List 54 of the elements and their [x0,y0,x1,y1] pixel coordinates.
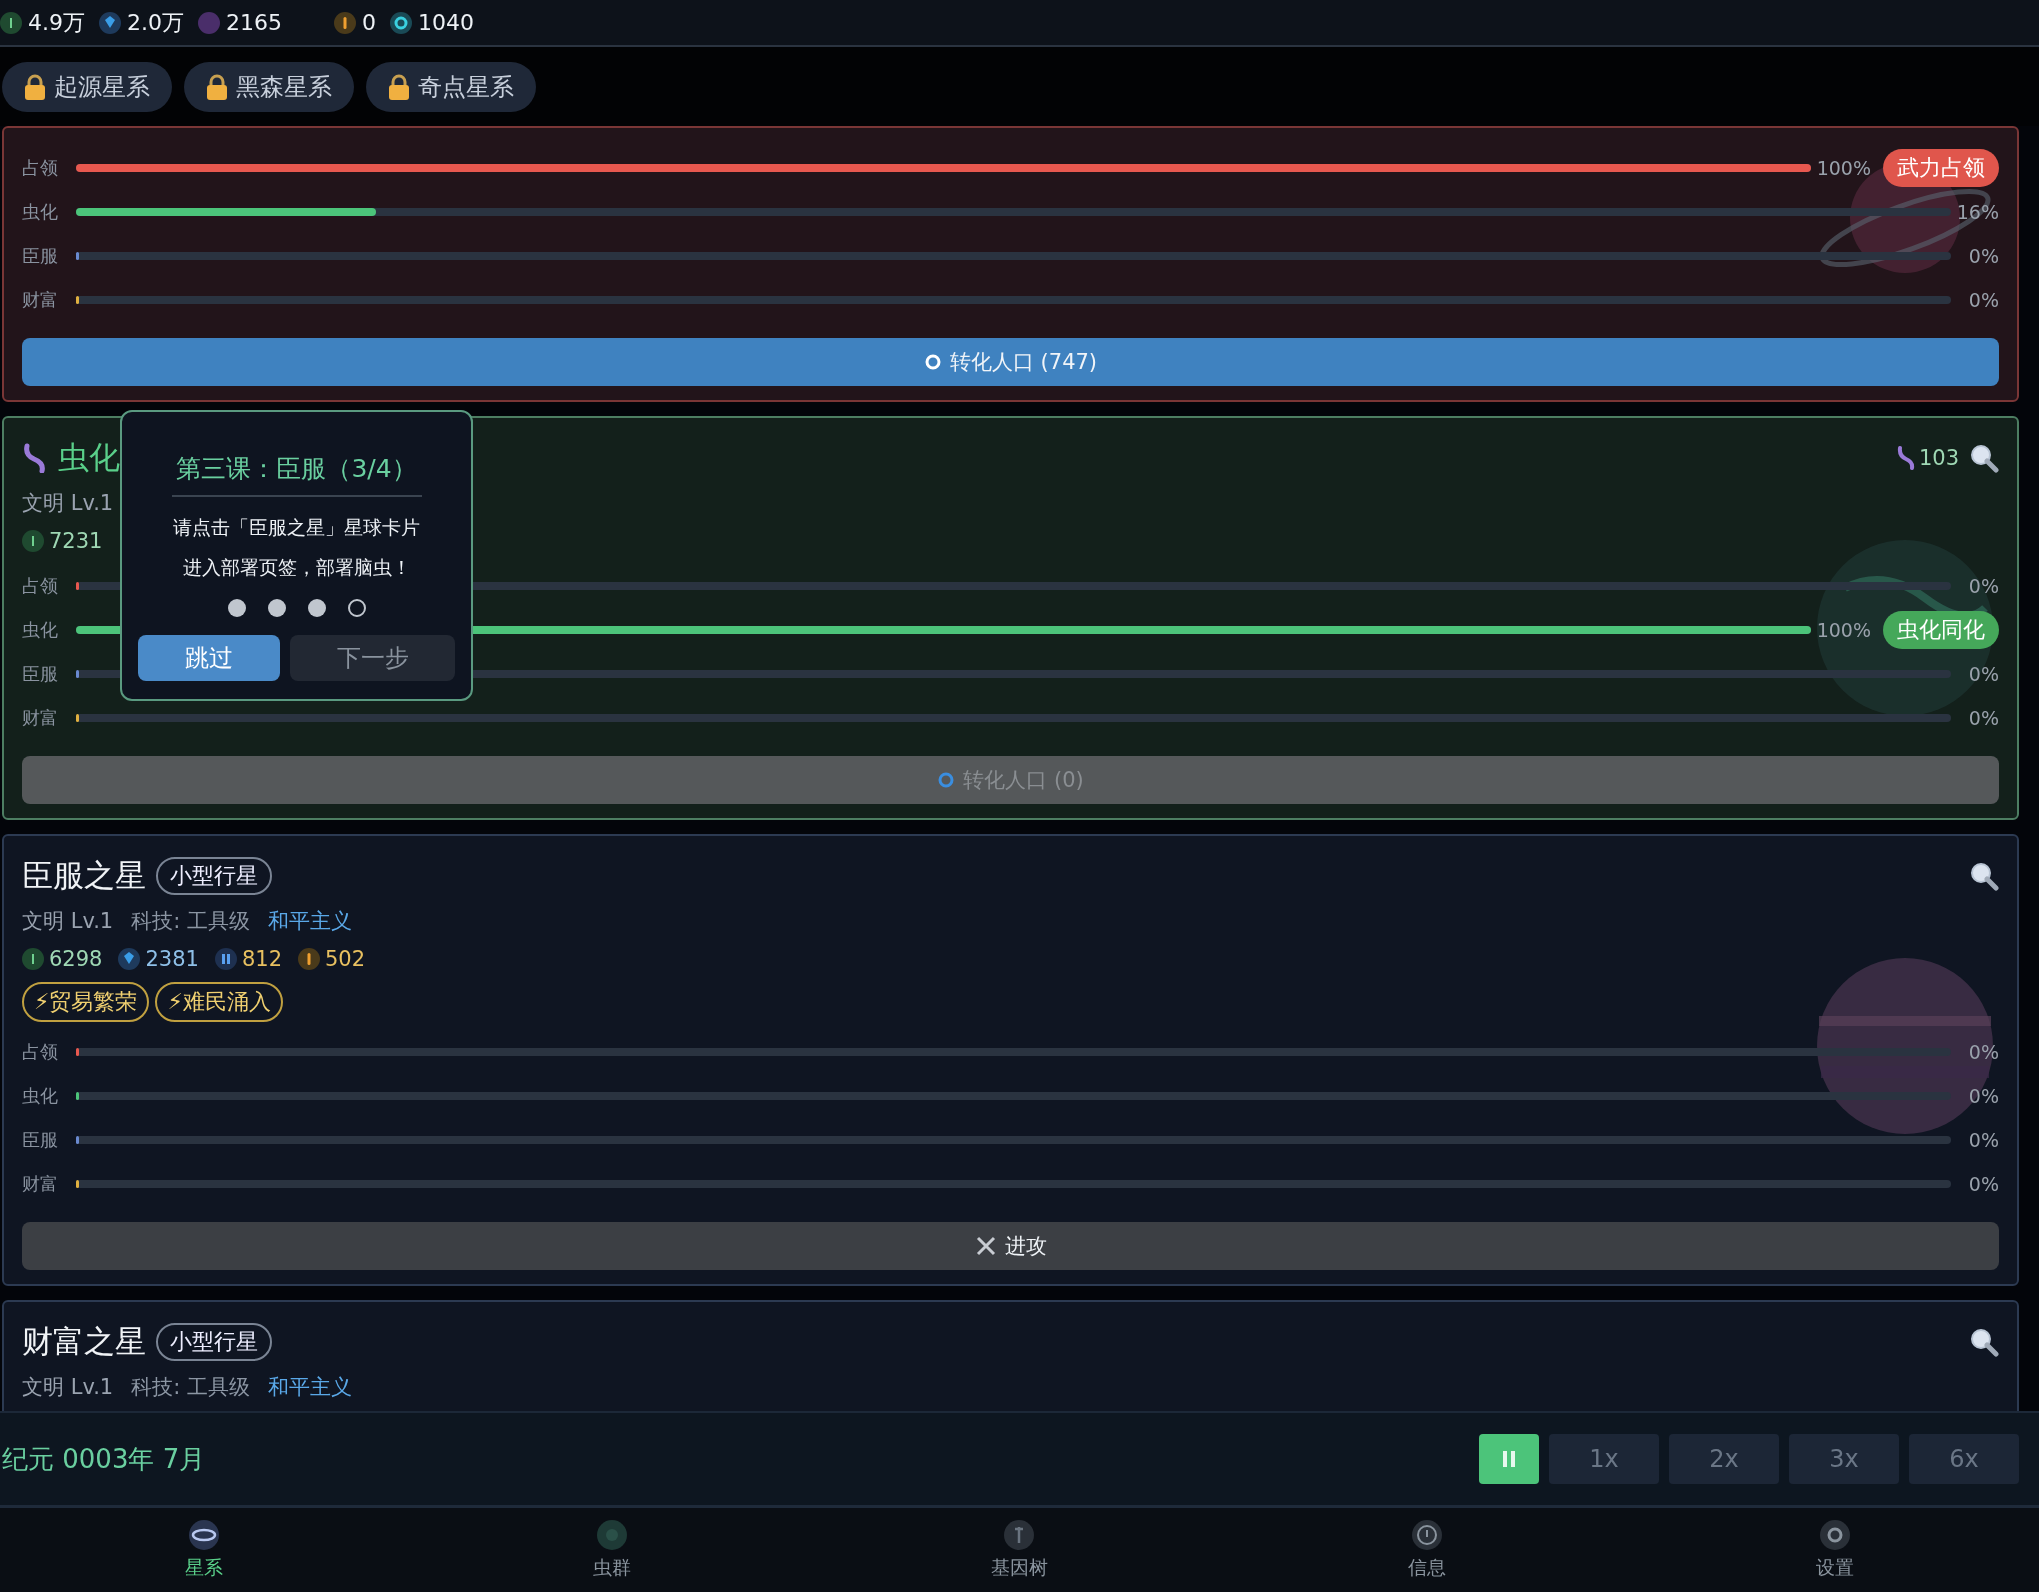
stat-percent: 16% [1956,201,1999,223]
game-date: 纪元 0003年 7月 [2,1442,207,1476]
stat-percent: 0% [1967,1085,1999,1107]
civ-level: 文明 Lv.1 [22,908,114,935]
planet-name: 财富之星 [22,1322,146,1361]
stat-label: 财富 [22,706,59,730]
planet-name: 臣服之星 [22,856,146,895]
ideology-label: 和平主义 [268,1374,352,1401]
resource-value: 2381 [145,947,199,971]
stat-percent: 0% [1967,1173,1999,1195]
stat-percent: 0% [1967,289,1999,311]
resource-value: 7231 [49,529,103,553]
stat-percent: 0% [1967,1129,1999,1151]
planet-name: 虫化 [58,438,120,477]
status-badge: 虫化同化 [1883,611,1999,649]
stat-label: 财富 [22,1172,59,1196]
stat-label: 财富 [22,288,59,312]
stat-label: 占领 [22,1040,59,1064]
swarm-count: 103 [1918,446,1959,470]
stat-percent: 100% [1816,157,1871,179]
resource-value: 2.0万 [127,8,184,37]
tech-level: 科技: 工具级 [131,1374,250,1401]
resource-value: 2165 [226,10,282,35]
ideology-label: 和平主义 [268,908,352,935]
civ-level: 文明 Lv.1 [22,1374,114,1401]
stat-percent: 0% [1967,575,1999,597]
tutorial-text: 请点击「臣服之星」星球卡片 进入部署页签，部署脑虫！ [173,515,420,580]
tech-level: 科技: 工具级 [131,908,250,935]
event-tag: ⚡贸易繁荣 [22,982,150,1022]
stat-label: 臣服 [22,662,59,686]
stat-label: 虫化 [22,618,59,642]
stat-label: 臣服 [22,1128,59,1152]
resource-value: 502 [325,947,366,971]
resource-value: 812 [241,947,282,971]
stat-label: 占领 [22,574,59,598]
resource-value: 0 [362,10,376,35]
stat-percent: 0% [1967,1041,1999,1063]
planet-size-tag: 小型行星 [156,857,272,895]
stat-label: 虫化 [22,1084,59,1108]
stat-label: 臣服 [22,244,59,268]
stat-percent: 0% [1967,245,1999,267]
planet-size-tag: 小型行星 [156,1323,272,1361]
resource-value: 1040 [418,10,474,35]
stat-label: 虫化 [22,200,59,224]
tutorial-title: 第三课：臣服（3/4） [171,452,422,497]
stat-percent: 0% [1967,663,1999,685]
civ-level: 文明 Lv.1 [22,490,114,517]
stat-percent: 0% [1967,707,1999,729]
stat-label: 占领 [22,156,59,180]
resource-value: 6298 [49,947,103,971]
event-tag: ⚡难民涌入 [155,982,283,1022]
status-badge: 武力占领 [1883,149,1999,187]
resource-value: 4.9万 [28,8,85,37]
stat-percent: 100% [1816,619,1871,641]
